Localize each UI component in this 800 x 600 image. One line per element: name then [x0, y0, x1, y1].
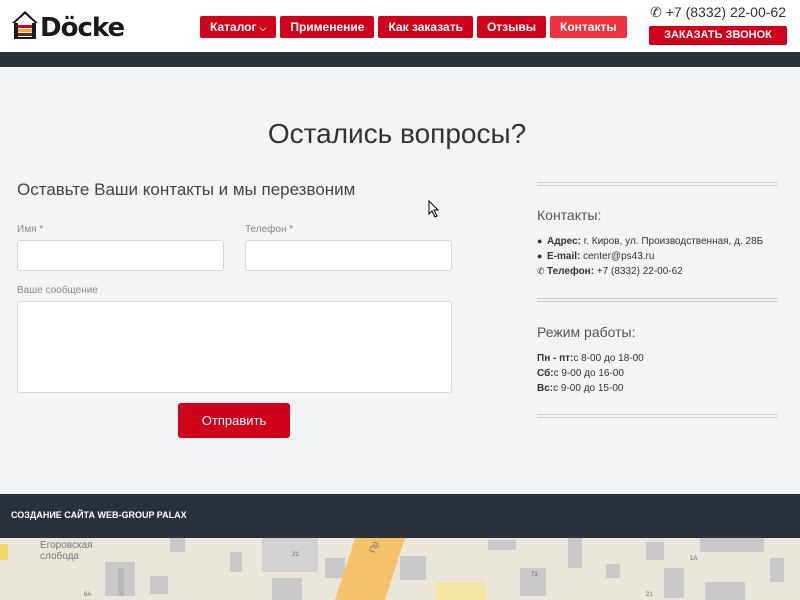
phone-icon: ✆: [650, 4, 662, 20]
map-number: 6А: [84, 592, 92, 598]
divider: [537, 298, 778, 302]
header: Döcke Каталог ⌵ Применение Как заказать О…: [0, 0, 800, 52]
map-marker-icon: ●: [537, 236, 543, 246]
map-building: [0, 544, 8, 560]
map-marker-icon: ●: [537, 251, 543, 261]
weekdays-value: с 8-00 до 18-00: [573, 353, 644, 364]
sunday-value: с 9-00 до 15-00: [553, 383, 624, 394]
message-textarea[interactable]: [17, 301, 452, 393]
map-building: [705, 582, 745, 600]
contact-address: ● Адрес: г. Киров, ул. Производственная, …: [537, 236, 763, 247]
submit-button[interactable]: Отправить: [178, 403, 290, 438]
main-nav: Каталог ⌵ Применение Как заказать Отзывы …: [200, 16, 627, 38]
name-label: Имя *: [17, 224, 44, 235]
nav-item-contacts[interactable]: Контакты: [550, 16, 627, 38]
address-label: Адрес:: [547, 236, 581, 247]
contacts-title: Контакты:: [537, 207, 602, 223]
map-building: [436, 582, 486, 600]
map-building: [150, 576, 168, 594]
page-title: Остались вопросы?: [267, 118, 527, 149]
nav-item-label: Отзывы: [486, 20, 537, 34]
email-label: E-mail:: [547, 251, 581, 262]
hours-saturday: Сб:с 9-00 до 16-00: [537, 368, 624, 379]
nav-item-reviews[interactable]: Отзывы: [476, 16, 547, 38]
hours-title: Режим работы:: [537, 324, 636, 340]
hours-sunday: Вс:с 9-00 до 15-00: [537, 383, 623, 394]
phone-label: Телефон *: [245, 224, 294, 235]
map-building: [664, 568, 684, 598]
map-building: [170, 538, 185, 552]
house-logo-icon: [12, 11, 38, 39]
map-building: [646, 542, 664, 560]
nav-item-how-to-order[interactable]: Как заказать: [378, 16, 473, 38]
map-building: [606, 564, 620, 578]
nav-item-catalog[interactable]: Каталог ⌵: [200, 16, 277, 38]
contact-phone-value[interactable]: +7 (8332) 22-00-62: [597, 266, 683, 277]
map-number: 1А: [690, 556, 698, 562]
message-label: Ваше сообщение: [17, 285, 98, 296]
map-building: [700, 538, 764, 552]
divider: [537, 414, 778, 418]
form-title: Оставьте Ваши контакты и мы перезвоним: [17, 180, 356, 199]
header-phone-number: +7 (8332) 22-00-62: [665, 4, 786, 20]
nav-item-label: Применение: [290, 20, 365, 34]
chevron-down-icon: ⌵: [259, 23, 267, 33]
logo-text: Döcke: [40, 13, 125, 43]
map-building: [230, 552, 242, 572]
name-input[interactable]: [17, 240, 224, 271]
header-phone[interactable]: ✆ +7 (8332) 22-00-62: [650, 4, 786, 21]
header-divider-band: [0, 52, 800, 67]
phone-icon: ✆: [537, 266, 545, 276]
map-number: 21: [646, 592, 653, 598]
map[interactable]: Егоровская слобода Пр 21 6А 71 1А 21: [0, 538, 800, 600]
map-building: [262, 538, 318, 572]
map-building: [568, 538, 582, 568]
saturday-label: Сб:: [537, 368, 554, 379]
sunday-label: Вс:: [537, 383, 554, 394]
map-number: 21: [292, 552, 299, 558]
map-place-label: Егоровская слобода: [40, 540, 93, 562]
footer-credit-link[interactable]: Создание сайта Web-Group Palax: [11, 510, 187, 520]
map-building: [272, 578, 302, 600]
divider: [537, 182, 778, 186]
nav-item-label: Как заказать: [388, 20, 463, 34]
nav-item-application[interactable]: Применение: [280, 16, 375, 38]
saturday-value: с 9-00 до 16-00: [553, 368, 624, 379]
nav-item-label: Каталог: [210, 20, 257, 34]
email-value[interactable]: center@ps43.ru: [583, 251, 654, 262]
address-value: г. Киров, ул. Производственная, д. 28Б: [583, 236, 764, 247]
map-building: [400, 556, 426, 580]
mouse-cursor-icon: [428, 200, 440, 218]
phone-input[interactable]: [245, 240, 452, 271]
hours-weekdays: Пн - пт:с 8-00 до 18-00: [537, 353, 644, 364]
map-building: [488, 540, 516, 550]
nav-item-label: Контакты: [560, 20, 617, 34]
map-building: [770, 558, 784, 582]
map-building: [118, 568, 124, 596]
callback-button[interactable]: Заказать звонок: [649, 26, 787, 45]
contact-phone: ✆ Телефон: +7 (8332) 22-00-62: [537, 266, 683, 277]
contact-email: ● E-mail: center@ps43.ru: [537, 251, 654, 262]
footer: Создание сайта Web-Group Palax: [0, 494, 800, 538]
logo[interactable]: Döcke: [10, 9, 125, 43]
map-number: 71: [531, 572, 538, 578]
contact-phone-label: Телефон:: [547, 266, 595, 277]
weekdays-label: Пн - пт:: [537, 353, 574, 364]
